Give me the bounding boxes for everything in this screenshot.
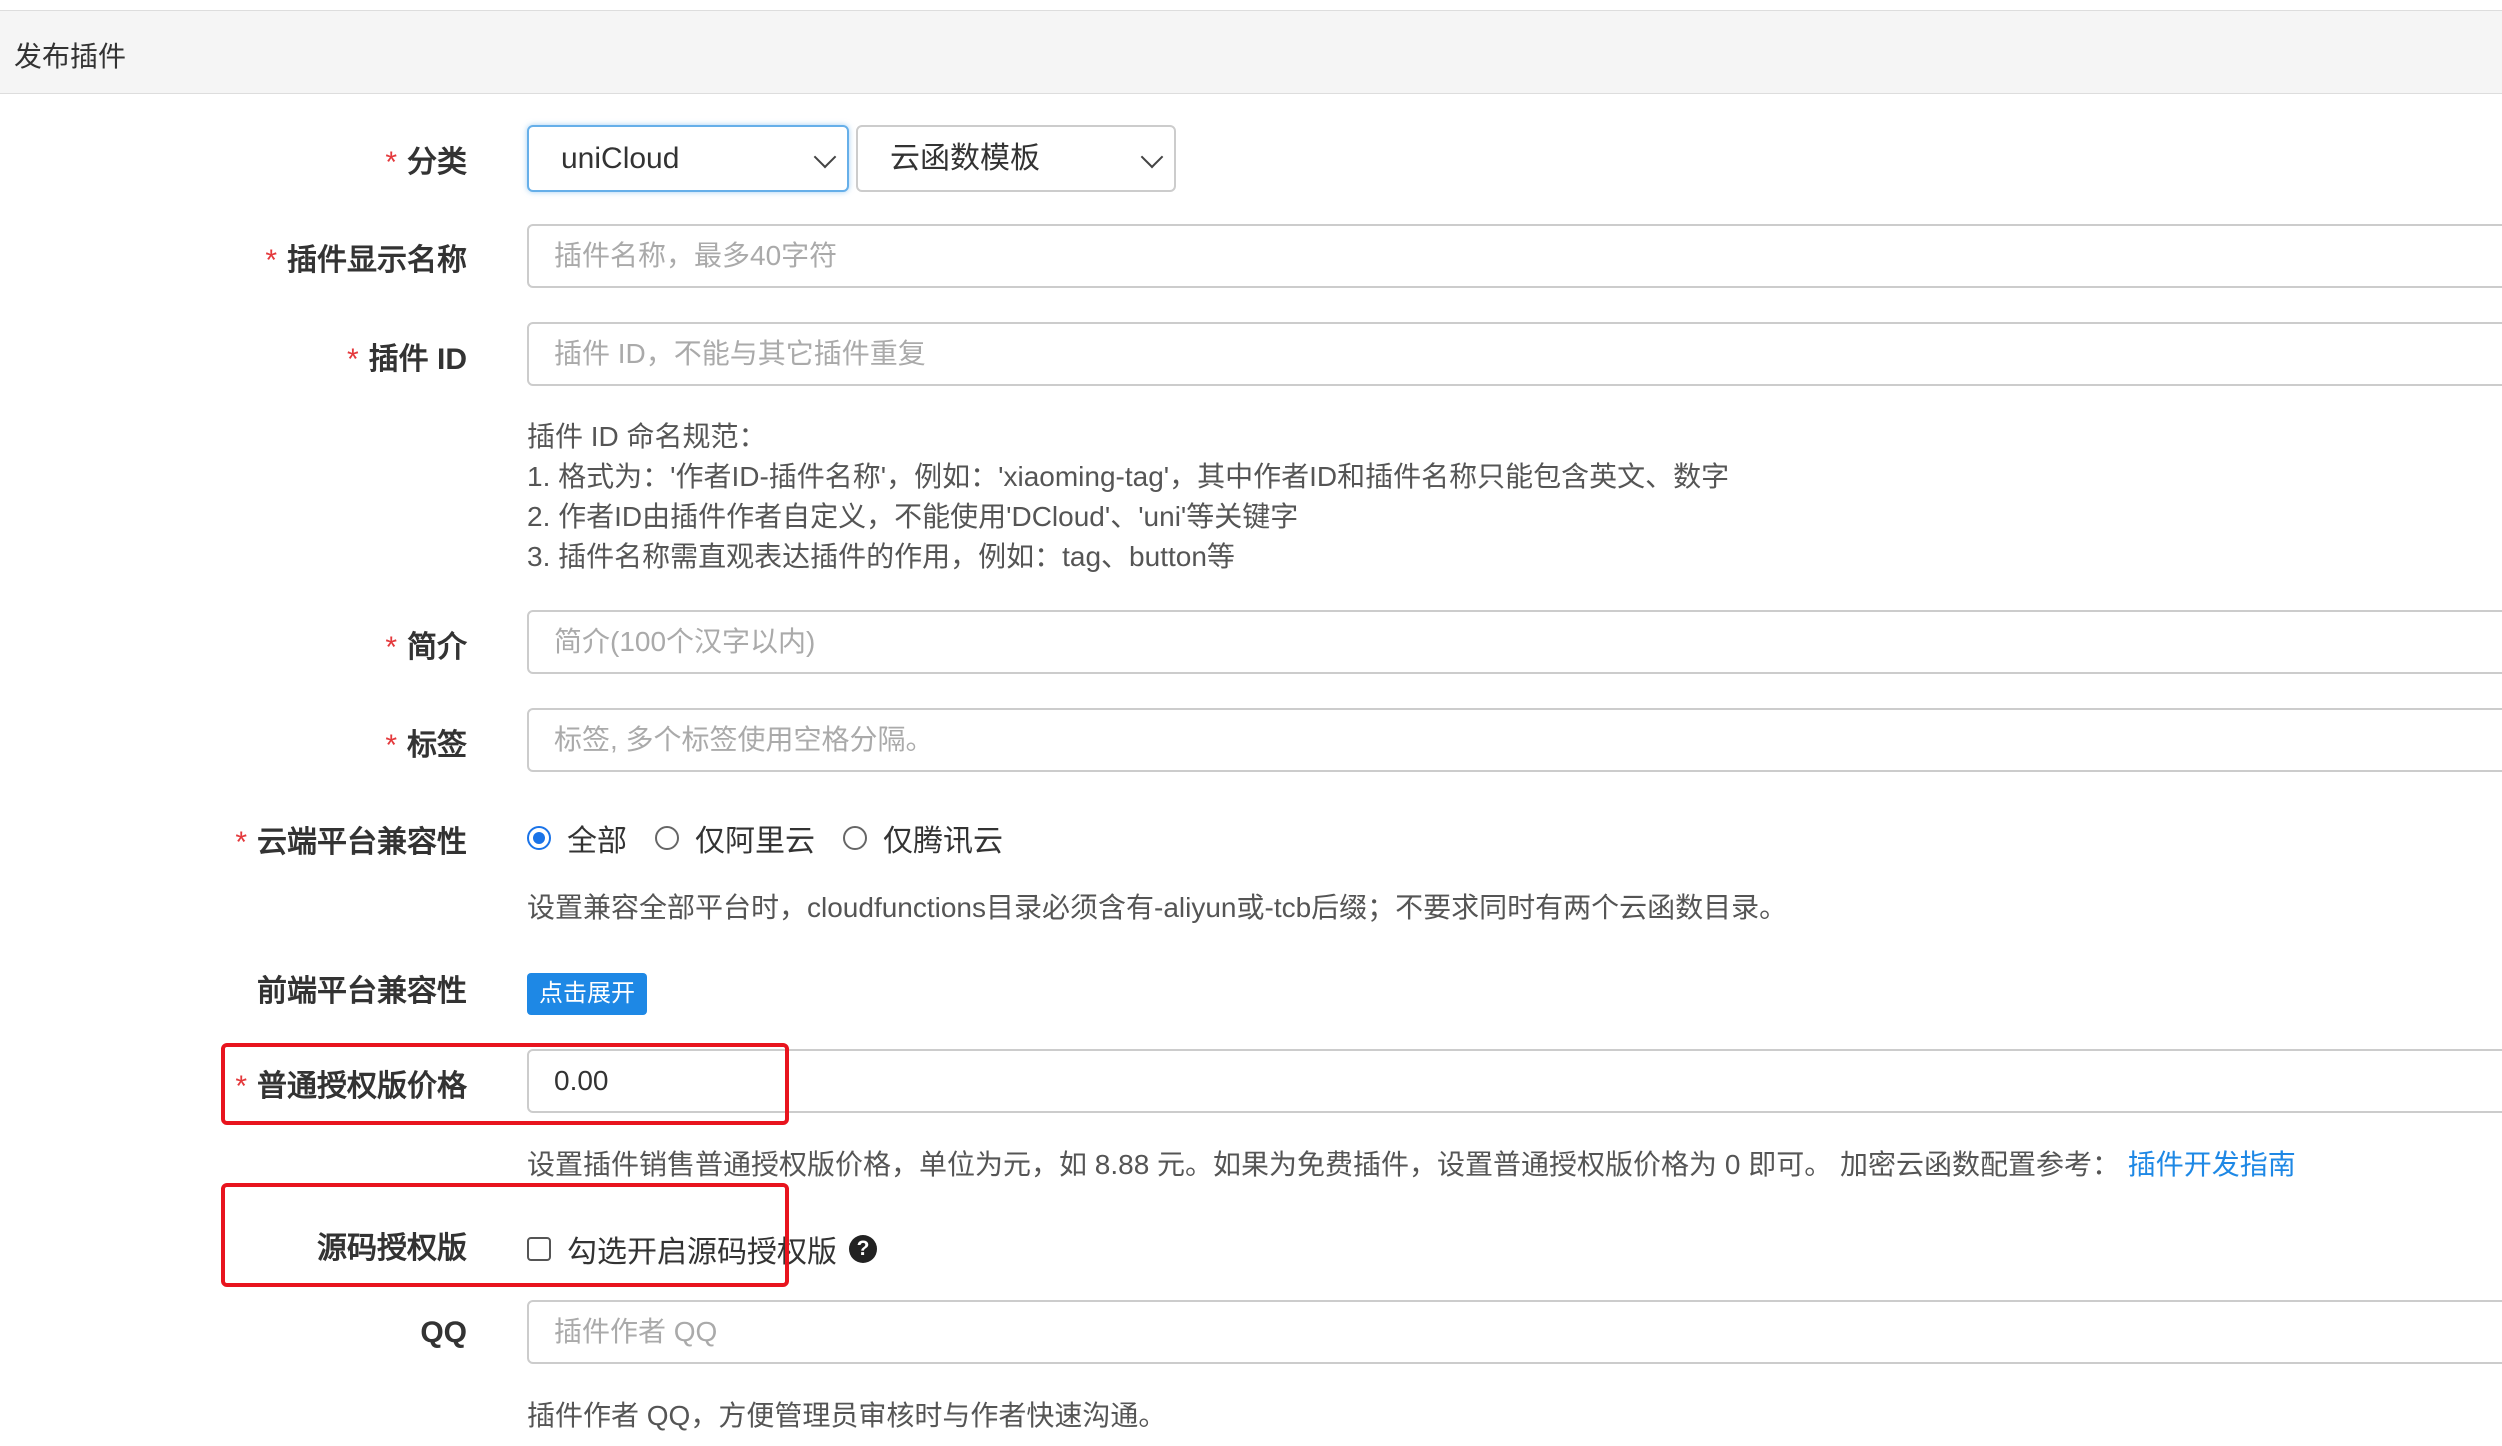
intro-input[interactable]: 简介(100个汉字以内) [527,610,2502,674]
radio-checked-icon [527,826,551,850]
display-name-label: * 插件显示名称 [265,244,467,277]
tags-label: * 标签 [385,729,467,762]
cloud-platform-help: 设置兼容全部平台时，cloudfunctions目录必须含有-aliyun或-t… [527,892,1788,923]
expand-button[interactable]: 点击展开 [527,973,647,1015]
category-primary-select[interactable]: uniCloud [527,125,849,192]
qq-input[interactable]: 插件作者 QQ [527,1300,2502,1364]
display-name-input[interactable]: 插件名称，最多40字符 [527,224,2502,288]
radio-unchecked-icon [843,826,867,850]
intro-label: * 简介 [385,631,467,664]
price-help: 设置插件销售普通授权版价格，单位为元，如 8.88 元。如果为免费插件，设置普通… [527,1149,2296,1180]
radio-all[interactable]: 全部 [527,816,627,860]
category-label: * 分类 [385,146,467,179]
radio-aliyun-only[interactable]: 仅阿里云 [655,816,815,860]
radio-unchecked-icon [655,826,679,850]
page-header: 发布插件 [0,10,2502,94]
chevron-down-icon [813,145,837,169]
cloud-platform-label: * 云端平台兼容性 [235,826,467,859]
question-circle-icon[interactable]: ? [849,1235,877,1263]
radio-tencent-only[interactable]: 仅腾讯云 [843,816,1003,860]
price-input[interactable]: 0.00 [527,1049,2502,1113]
dev-guide-link[interactable]: 插件开发指南 [2128,1149,2296,1180]
frontend-platform-label: 前端平台兼容性 [257,975,467,1008]
plugin-id-rules: 插件 ID 命名规范： 1. 格式为：'作者ID-插件名称'，例如：'xiaom… [527,421,1730,572]
chevron-down-icon [1140,145,1164,169]
plugin-id-input[interactable]: 插件 ID，不能与其它插件重复 [527,322,2502,386]
plugin-id-label: * 插件 ID [346,343,467,376]
highlight-price-box [221,1043,789,1125]
qq-help: 插件作者 QQ，方便管理员审核时与作者快速沟通。 [527,1400,1167,1431]
cloud-platform-radio-group: 全部 仅阿里云 仅腾讯云 [527,818,1031,858]
page-title: 发布插件 [14,41,127,72]
tags-input[interactable]: 标签, 多个标签使用空格分隔。 [527,708,2502,772]
qq-label: QQ [420,1316,467,1349]
highlight-source-license-box [221,1183,789,1287]
category-secondary-select[interactable]: 云函数模板 [856,125,1176,192]
